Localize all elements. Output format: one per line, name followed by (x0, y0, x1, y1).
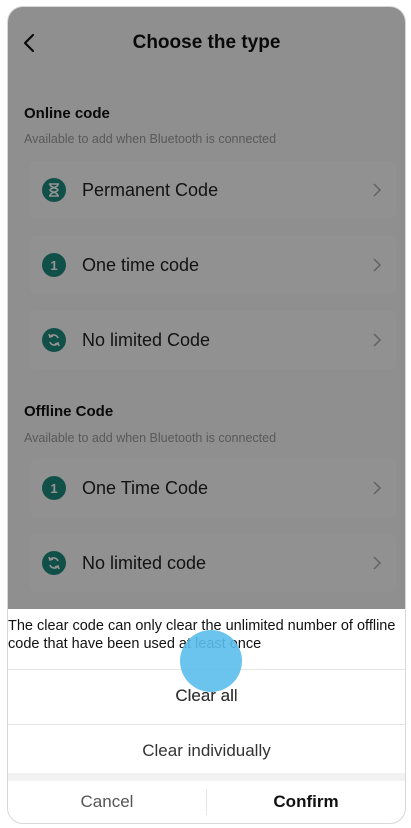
clear-individually-button[interactable]: Clear individually (8, 724, 405, 778)
cancel-button[interactable]: Cancel (8, 781, 206, 823)
phone-screen: Choose the type Online code Available to… (7, 6, 406, 824)
sheet-gap (8, 773, 405, 781)
sheet-footer: Cancel Confirm (8, 781, 405, 823)
confirm-button[interactable]: Confirm (207, 781, 405, 823)
clear-all-label-overlay: Clear all (175, 686, 238, 705)
